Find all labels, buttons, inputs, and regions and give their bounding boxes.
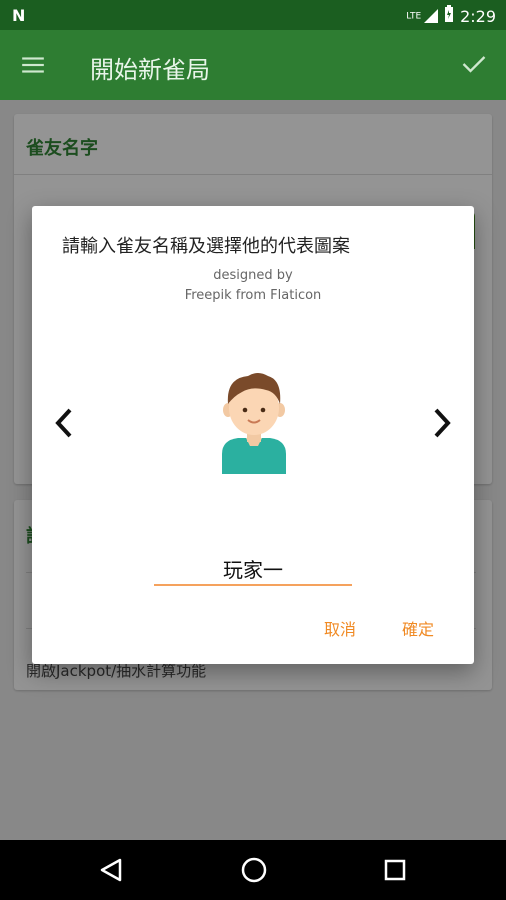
app-bar: 開始新雀局 bbox=[0, 30, 506, 100]
credit-line-2: Freepik from Flaticon bbox=[184, 288, 322, 303]
status-icons: LTE 2:29 bbox=[406, 5, 496, 27]
player-name-input[interactable]: 玩家一 bbox=[154, 546, 352, 586]
dialog-heading: 請輸入雀友名稱及選擇他的代表圖案 bbox=[62, 236, 350, 257]
menu-icon[interactable] bbox=[20, 52, 46, 78]
back-icon[interactable] bbox=[98, 857, 124, 883]
battery-icon bbox=[444, 5, 454, 27]
status-bar: N LTE 2:29 bbox=[0, 0, 506, 30]
recent-apps-icon[interactable] bbox=[384, 859, 406, 881]
notification-n-icon: N bbox=[12, 6, 26, 25]
lte-signal-icon: LTE bbox=[406, 9, 439, 23]
chevron-left-icon[interactable] bbox=[50, 406, 80, 440]
input-underline bbox=[154, 584, 352, 586]
page-title: 開始新雀局 bbox=[90, 56, 210, 84]
player-name-value: 玩家一 bbox=[223, 558, 283, 582]
confirm-button[interactable]: 確定 bbox=[402, 616, 434, 640]
signal-label: LTE bbox=[406, 11, 422, 22]
chevron-right-icon[interactable] bbox=[426, 406, 456, 440]
home-icon[interactable] bbox=[240, 856, 268, 884]
clock: 2:29 bbox=[460, 6, 496, 26]
system-nav-bar bbox=[0, 840, 506, 900]
cancel-button[interactable]: 取消 bbox=[324, 616, 356, 640]
boy-avatar-icon bbox=[222, 373, 286, 474]
player-name-dialog: 請輸入雀友名稱及選擇他的代表圖案 designed by Freepik fro… bbox=[32, 206, 474, 664]
check-icon[interactable] bbox=[460, 50, 488, 78]
credit-line-1: designed by bbox=[213, 268, 293, 283]
